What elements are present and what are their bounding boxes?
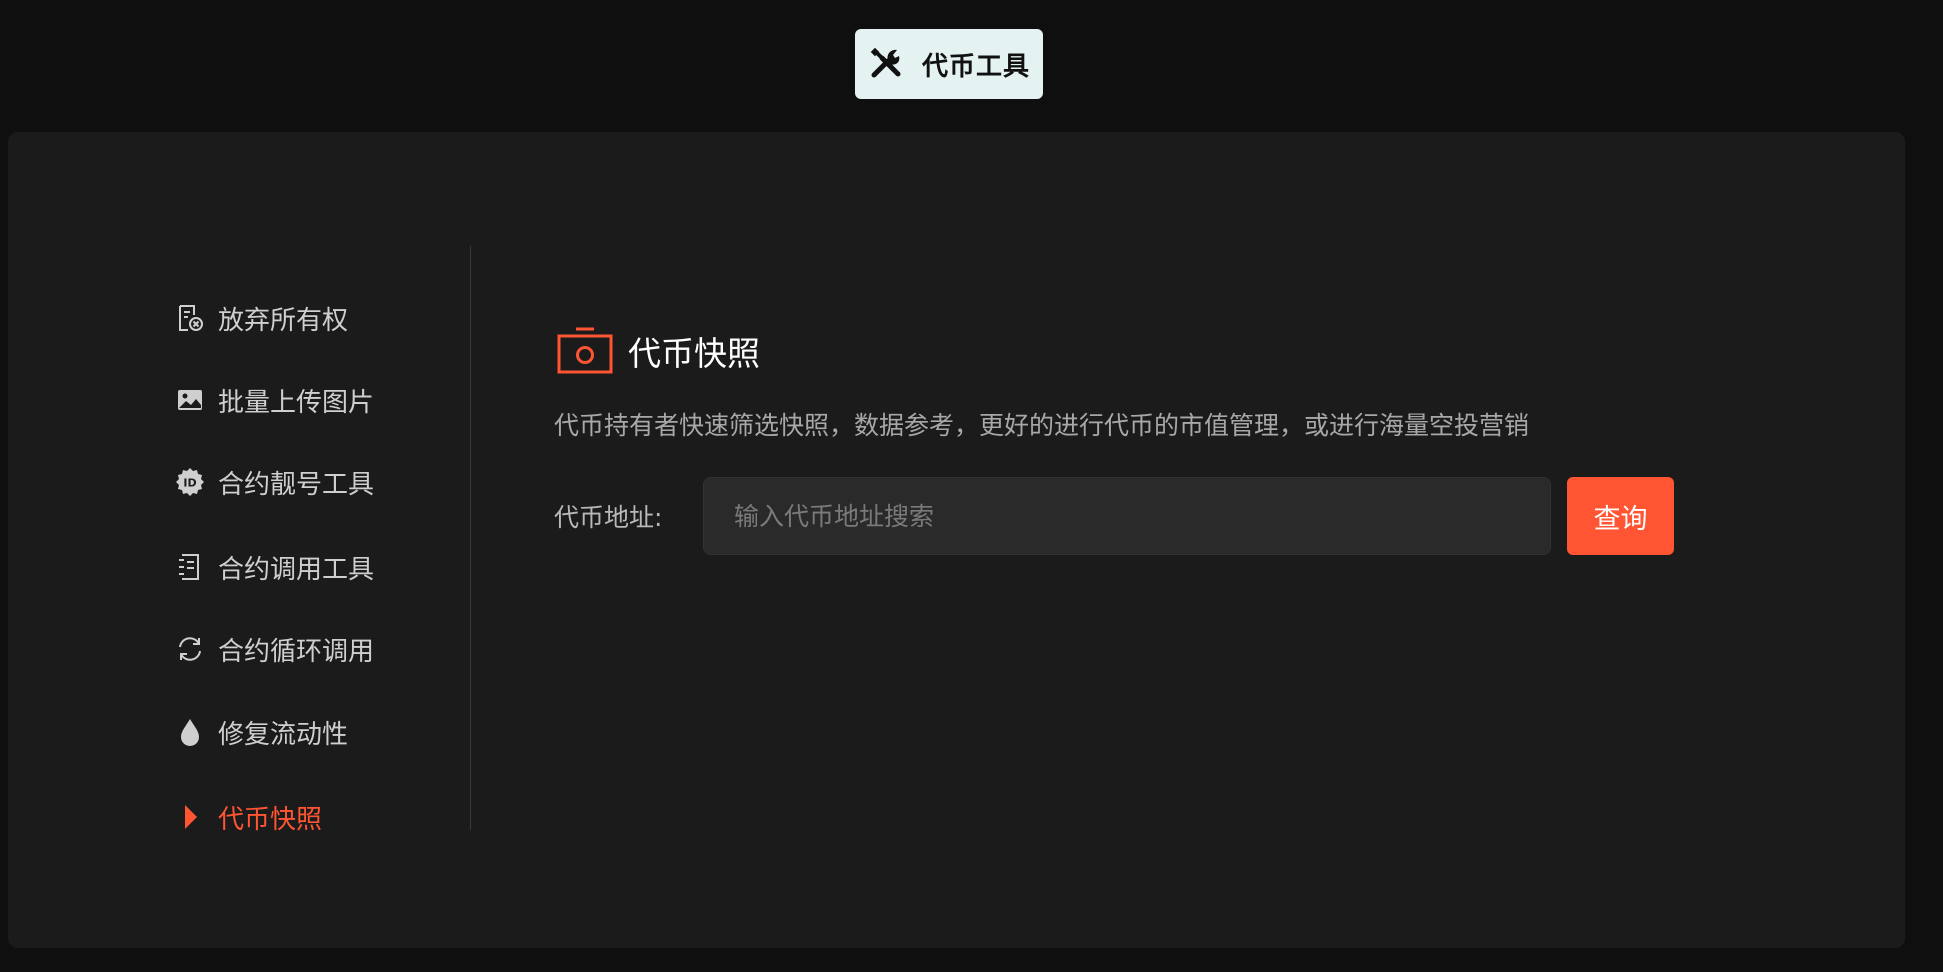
sidebar-item-label: 放弃所有权 bbox=[218, 305, 349, 336]
image-icon bbox=[170, 380, 210, 420]
sidebar-item-vanity-address-tool[interactable]: ID 合约靓号工具 bbox=[170, 460, 374, 504]
sidebar-item-label: 合约循环调用 bbox=[218, 636, 375, 667]
content-header: 代币快照 bbox=[556, 326, 760, 376]
id-badge-icon: ID bbox=[170, 462, 210, 502]
svg-text:ID: ID bbox=[183, 477, 196, 490]
token-address-input[interactable] bbox=[703, 477, 1551, 555]
sidebar-item-batch-upload-images[interactable]: 批量上传图片 bbox=[170, 378, 374, 422]
address-form: 代币地址: 查询 bbox=[554, 477, 1674, 555]
page-title: 代币快照 bbox=[628, 334, 760, 373]
tools-icon bbox=[868, 45, 906, 83]
content-area: 代币快照 代币持有者快速筛选快照，数据参考，更好的进行代币的市值管理，或进行海量… bbox=[546, 132, 1905, 948]
sidebar: 放弃所有权 批量上传图片 ID 合约靓号工具 合约调用工具 合约循环调用 修复流… bbox=[8, 132, 470, 948]
sidebar-item-label: 合约靓号工具 bbox=[218, 469, 375, 500]
sidebar-item-fix-liquidity[interactable]: 修复流动性 bbox=[170, 710, 348, 754]
renounce-ownership-icon bbox=[170, 298, 210, 338]
tab-label: 代币工具 bbox=[921, 51, 1030, 82]
page-description: 代币持有者快速筛选快照，数据参考，更好的进行代币的市值管理，或进行海量空投营销 bbox=[554, 411, 1530, 440]
page: 代币工具 放弃所有权 批量上传图片 ID 合约靓号工具 合约调用工具 合约循环调… bbox=[0, 0, 1943, 972]
caret-right-icon bbox=[170, 797, 210, 837]
sidebar-item-renounce-ownership[interactable]: 放弃所有权 bbox=[170, 296, 348, 340]
contract-document-icon bbox=[170, 547, 210, 587]
main-panel: 放弃所有权 批量上传图片 ID 合约靓号工具 合约调用工具 合约循环调用 修复流… bbox=[8, 132, 1905, 948]
sidebar-item-contract-call-tool[interactable]: 合约调用工具 bbox=[170, 545, 374, 589]
sidebar-divider bbox=[470, 246, 471, 830]
camera-icon bbox=[556, 326, 614, 376]
sidebar-item-label: 代币快照 bbox=[218, 804, 323, 835]
tab-token-tools[interactable]: 代币工具 bbox=[855, 29, 1043, 99]
sidebar-item-label: 修复流动性 bbox=[218, 719, 349, 750]
query-button[interactable]: 查询 bbox=[1567, 477, 1674, 555]
sidebar-item-token-snapshot[interactable]: 代币快照 bbox=[170, 795, 322, 839]
address-label: 代币地址: bbox=[554, 503, 663, 532]
sidebar-item-label: 批量上传图片 bbox=[218, 387, 375, 418]
droplet-icon bbox=[170, 712, 210, 752]
refresh-icon bbox=[170, 629, 210, 669]
sidebar-item-contract-loop-call[interactable]: 合约循环调用 bbox=[170, 627, 374, 671]
sidebar-item-label: 合约调用工具 bbox=[218, 554, 375, 585]
